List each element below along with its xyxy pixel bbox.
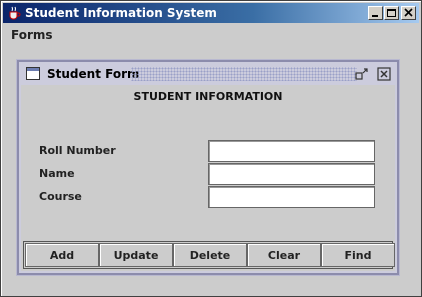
frame-close-icon[interactable] [377,67,391,81]
maximize-button[interactable] [384,6,399,20]
window-titlebar[interactable]: Student Information System [3,3,419,23]
update-button[interactable]: Update [99,243,173,267]
menubar: Forms [3,25,419,45]
window-title: Student Information System [25,6,217,20]
name-input[interactable] [208,163,375,185]
internal-frame-titlebar[interactable]: Student Form [21,64,395,84]
frame-icon [26,67,40,80]
menu-forms[interactable]: Forms [11,28,53,42]
java-cup-icon [9,6,21,20]
course-label: Course [39,190,82,203]
roll-number-input[interactable] [208,140,375,162]
form-content: STUDENT INFORMATION Roll Number Name Cou… [21,85,395,271]
close-icon [404,8,413,17]
internal-frame-title: Student Form [47,67,140,81]
form-heading: STUDENT INFORMATION [133,90,283,103]
button-bar: Add Update Delete Clear Find [23,241,395,269]
restore-icon[interactable] [355,67,369,81]
roll-number-label: Roll Number [39,144,116,157]
minimize-icon [372,15,378,17]
course-input[interactable] [208,186,375,208]
close-button[interactable] [401,6,416,20]
student-form-frame: Student Form STUDENT INFORMATION Roll Nu… [17,60,399,275]
clear-button[interactable]: Clear [247,243,321,267]
maximize-icon [387,9,396,17]
name-label: Name [39,167,75,180]
main-window: Student Information System Forms Student… [0,0,422,297]
find-button[interactable]: Find [321,243,395,267]
minimize-button[interactable] [368,6,383,20]
add-button[interactable]: Add [25,243,99,267]
titlebar-texture [131,67,357,81]
delete-button[interactable]: Delete [173,243,247,267]
